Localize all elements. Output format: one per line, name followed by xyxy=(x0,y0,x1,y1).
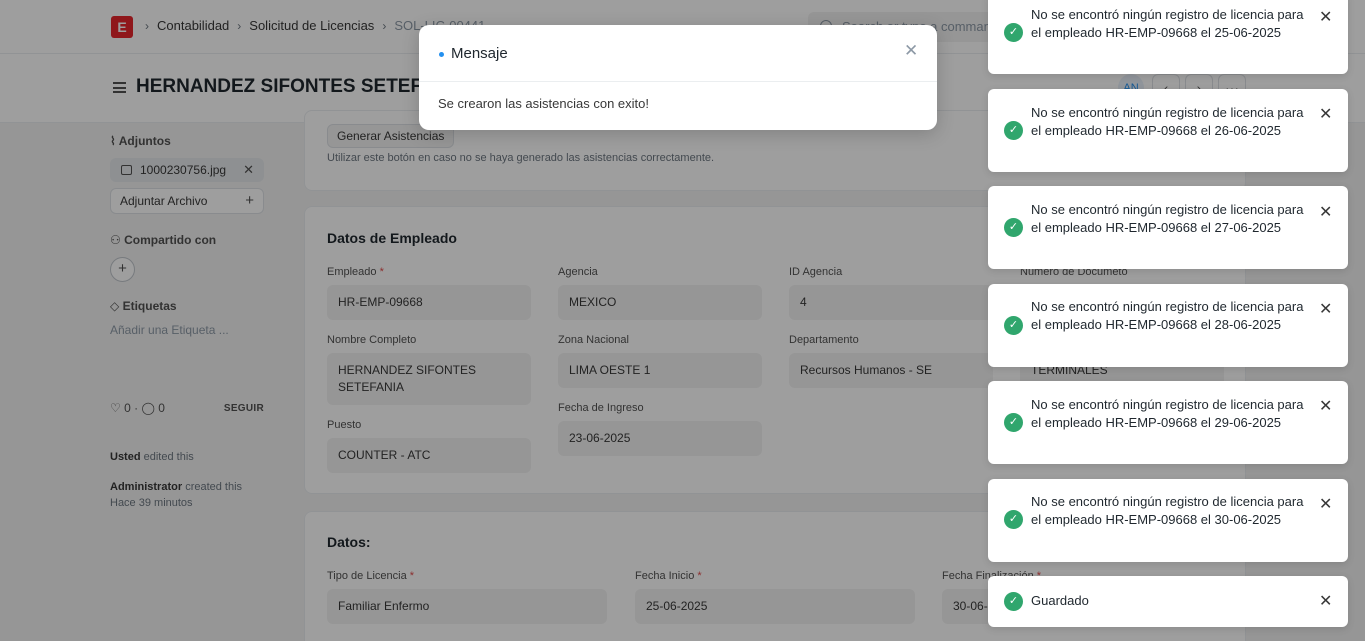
toast-message: No se encontró ningún registro de licenc… xyxy=(1031,397,1304,430)
toast-notification: ✓ No se encontró ningún registro de lice… xyxy=(988,89,1348,172)
toast-notification: ✓ No se encontró ningún registro de lice… xyxy=(988,479,1348,562)
toast-message: No se encontró ningún registro de licenc… xyxy=(1031,7,1304,40)
close-icon[interactable]: ✕ xyxy=(1319,494,1332,514)
toast-notification: ✓ No se encontró ningún registro de lice… xyxy=(988,284,1348,367)
close-icon[interactable]: ✕ xyxy=(1319,202,1332,222)
dialog-message: Se crearon las asistencias con exito! xyxy=(438,96,649,111)
toast-message: No se encontró ningún registro de licenc… xyxy=(1031,105,1304,138)
indicator-dot-icon xyxy=(439,52,444,57)
toast-message: No se encontró ningún registro de licenc… xyxy=(1031,202,1304,235)
message-dialog: Mensaje ✕ Se crearon las asistencias con… xyxy=(419,25,937,130)
dialog-title: Mensaje xyxy=(451,45,508,62)
close-icon[interactable]: ✕ xyxy=(1319,591,1332,611)
close-icon[interactable]: ✕ xyxy=(1319,299,1332,319)
toast-notification: ✓ No se encontró ningún registro de lice… xyxy=(988,186,1348,269)
toast-message: Guardado xyxy=(1031,593,1089,608)
close-icon[interactable]: ✕ xyxy=(904,41,918,61)
check-circle-icon: ✓ xyxy=(1004,413,1023,432)
check-circle-icon: ✓ xyxy=(1004,121,1023,140)
check-circle-icon: ✓ xyxy=(1004,316,1023,335)
toast-message: No se encontró ningún registro de licenc… xyxy=(1031,299,1304,332)
close-icon[interactable]: ✕ xyxy=(1319,7,1332,27)
dialog-header: Mensaje ✕ xyxy=(419,25,937,82)
toast-notification: ✓ Guardado ✕ xyxy=(988,576,1348,627)
check-circle-icon: ✓ xyxy=(1004,510,1023,529)
check-circle-icon: ✓ xyxy=(1004,592,1023,611)
check-circle-icon: ✓ xyxy=(1004,218,1023,237)
check-circle-icon: ✓ xyxy=(1004,23,1023,42)
close-icon[interactable]: ✕ xyxy=(1319,396,1332,416)
close-icon[interactable]: ✕ xyxy=(1319,104,1332,124)
toast-message: No se encontró ningún registro de licenc… xyxy=(1031,494,1304,527)
toast-notification: ✓ No se encontró ningún registro de lice… xyxy=(988,381,1348,464)
toast-notification: ✓ No se encontró ningún registro de lice… xyxy=(988,0,1348,74)
